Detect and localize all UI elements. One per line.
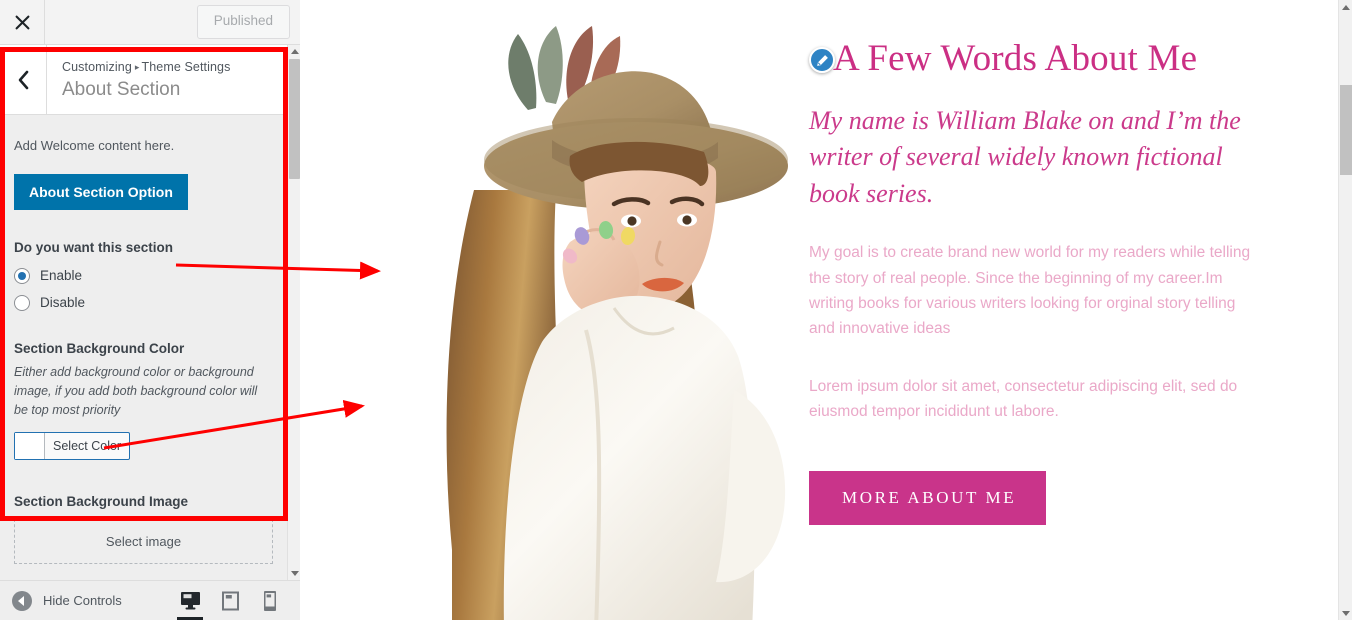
customizer-screen: Published Customizing ▸ Theme Settings Abo… (0, 0, 1366, 620)
breadcrumb: Customizing ▸ Theme Settings (62, 59, 230, 75)
background-color-help: Either add background color or backgroun… (14, 364, 258, 417)
more-about-me-button[interactable]: MORE ABOUT ME (809, 470, 1047, 525)
color-swatch[interactable] (15, 432, 45, 459)
about-section-option-button[interactable]: About Section Option (14, 173, 188, 210)
radio-disable-mark[interactable] (14, 294, 30, 311)
scroll-up-arrow-icon[interactable] (288, 45, 301, 58)
preview-scrollbar[interactable] (1338, 0, 1352, 620)
customizer-controls: Add Welcome content here. About Section … (0, 116, 287, 580)
breadcrumb-root[interactable]: Customizing (62, 60, 132, 74)
edit-pencil-icon[interactable] (809, 47, 835, 73)
background-color-label: Section Background Color (14, 340, 185, 356)
scroll-down-arrow-icon[interactable] (288, 567, 301, 580)
about-subtitle: My name is William Blake on and I’m the … (809, 105, 1241, 209)
radio-enable-mark[interactable] (14, 267, 30, 284)
sidebar-scrollbar-thumb[interactable] (289, 59, 300, 179)
intro-description: Add Welcome content here. (14, 138, 175, 153)
select-image-button[interactable]: Select image (14, 518, 273, 564)
customizer-panel-header: Customizing ▸ Theme Settings About Section (0, 45, 287, 115)
select-color-button[interactable]: Select Color (14, 431, 131, 460)
preview-scroll-up-arrow-icon[interactable] (1339, 0, 1352, 14)
about-heading-row: A Few Words About Me (809, 38, 1309, 81)
collapse-arrow-icon (12, 590, 32, 611)
sidebar-scrollbar[interactable] (287, 45, 300, 580)
customizer-sidebar: Published Customizing ▸ Theme Settings Abo… (0, 0, 300, 620)
radio-enable-label: Enable (40, 268, 83, 283)
background-image-label: Section Background Image (14, 493, 189, 509)
section-toggle-label: Do you want this section (14, 239, 174, 255)
breadcrumb-parent[interactable]: Theme Settings (142, 60, 231, 74)
mobile-icon[interactable] (250, 581, 290, 620)
about-paragraph-1: My goal is to create brand new world for… (809, 244, 1251, 338)
breadcrumb-separator-icon: ▸ (134, 62, 140, 72)
about-photo (446, 26, 788, 620)
chevron-left-icon[interactable] (0, 45, 47, 114)
about-section-preview: A Few Words About Me My name is William … (301, 0, 1352, 620)
hide-controls-label: Hide Controls (43, 593, 122, 608)
device-preview-buttons (170, 581, 300, 620)
publish-button[interactable]: Published (196, 5, 290, 39)
about-paragraph-2: Lorem ipsum dolor sit amet, consectetur … (809, 377, 1238, 421)
close-icon[interactable] (0, 0, 45, 44)
radio-disable-label: Disable (40, 295, 86, 310)
preview-scrollbar-thumb[interactable] (1340, 85, 1352, 175)
panel-header-texts: Customizing ▸ Theme Settings About Section (47, 45, 230, 114)
about-text-column: A Few Words About Me My name is William … (809, 38, 1309, 525)
select-color-label: Select Color (53, 438, 122, 453)
customizer-footer: Hide Controls (0, 580, 300, 620)
desktop-icon[interactable] (170, 581, 210, 620)
preview-scroll-down-arrow-icon[interactable] (1339, 606, 1352, 620)
about-heading: A Few Words About Me (833, 38, 1198, 79)
customizer-topbar: Published (0, 0, 300, 45)
radio-enable[interactable]: Enable (14, 267, 273, 284)
hide-controls-button[interactable]: Hide Controls (0, 590, 122, 611)
page-title: About Section (62, 79, 181, 101)
radio-disable[interactable]: Disable (14, 294, 273, 311)
tablet-icon[interactable] (210, 581, 250, 620)
site-preview: A Few Words About Me My name is William … (301, 0, 1352, 620)
